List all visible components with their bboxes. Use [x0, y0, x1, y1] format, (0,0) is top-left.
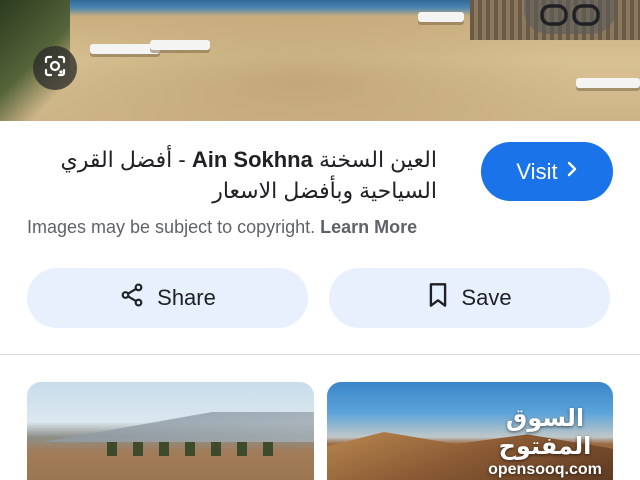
visit-label: Visit — [516, 158, 558, 184]
visit-button[interactable]: Visit — [481, 142, 613, 201]
share-label: Share — [157, 285, 216, 310]
title-english-part: Ain Sokhna — [191, 147, 313, 172]
thumb-hills — [27, 412, 314, 442]
hero-lounger — [576, 78, 640, 88]
title-arabic-part: العين السخنة — [318, 147, 437, 172]
share-icon — [119, 282, 145, 314]
related-image[interactable] — [27, 382, 314, 480]
learn-more-link[interactable]: Learn More — [320, 217, 417, 237]
result-title[interactable]: العين السخنة Ain Sokhna - أفضل القري الس… — [27, 144, 437, 206]
copyright-text: Images may be subject to copyright. — [27, 217, 316, 237]
opensooq-watermark: السوق المفتوح opensooq.com — [470, 405, 620, 479]
share-button[interactable]: Share — [27, 268, 308, 328]
carousel-control-icon — [538, 3, 602, 32]
watermark-latin: opensooq.com — [488, 461, 602, 478]
save-label: Save — [461, 285, 512, 310]
google-lens-button[interactable] — [33, 46, 77, 90]
section-divider — [0, 354, 640, 355]
carousel-control[interactable] — [524, 0, 616, 34]
hero-lounger — [418, 12, 464, 22]
save-button[interactable]: Save — [329, 268, 610, 328]
google-lens-icon — [43, 54, 67, 83]
hero-lounger — [150, 40, 210, 50]
hero-image[interactable] — [0, 0, 640, 121]
thumb-palms — [107, 442, 287, 456]
chevron-right-icon — [566, 160, 578, 184]
watermark-arabic: السوق المفتوح — [498, 405, 592, 460]
copyright-notice: Images may be subject to copyright. Lear… — [27, 217, 417, 238]
bookmark-icon — [427, 282, 449, 314]
